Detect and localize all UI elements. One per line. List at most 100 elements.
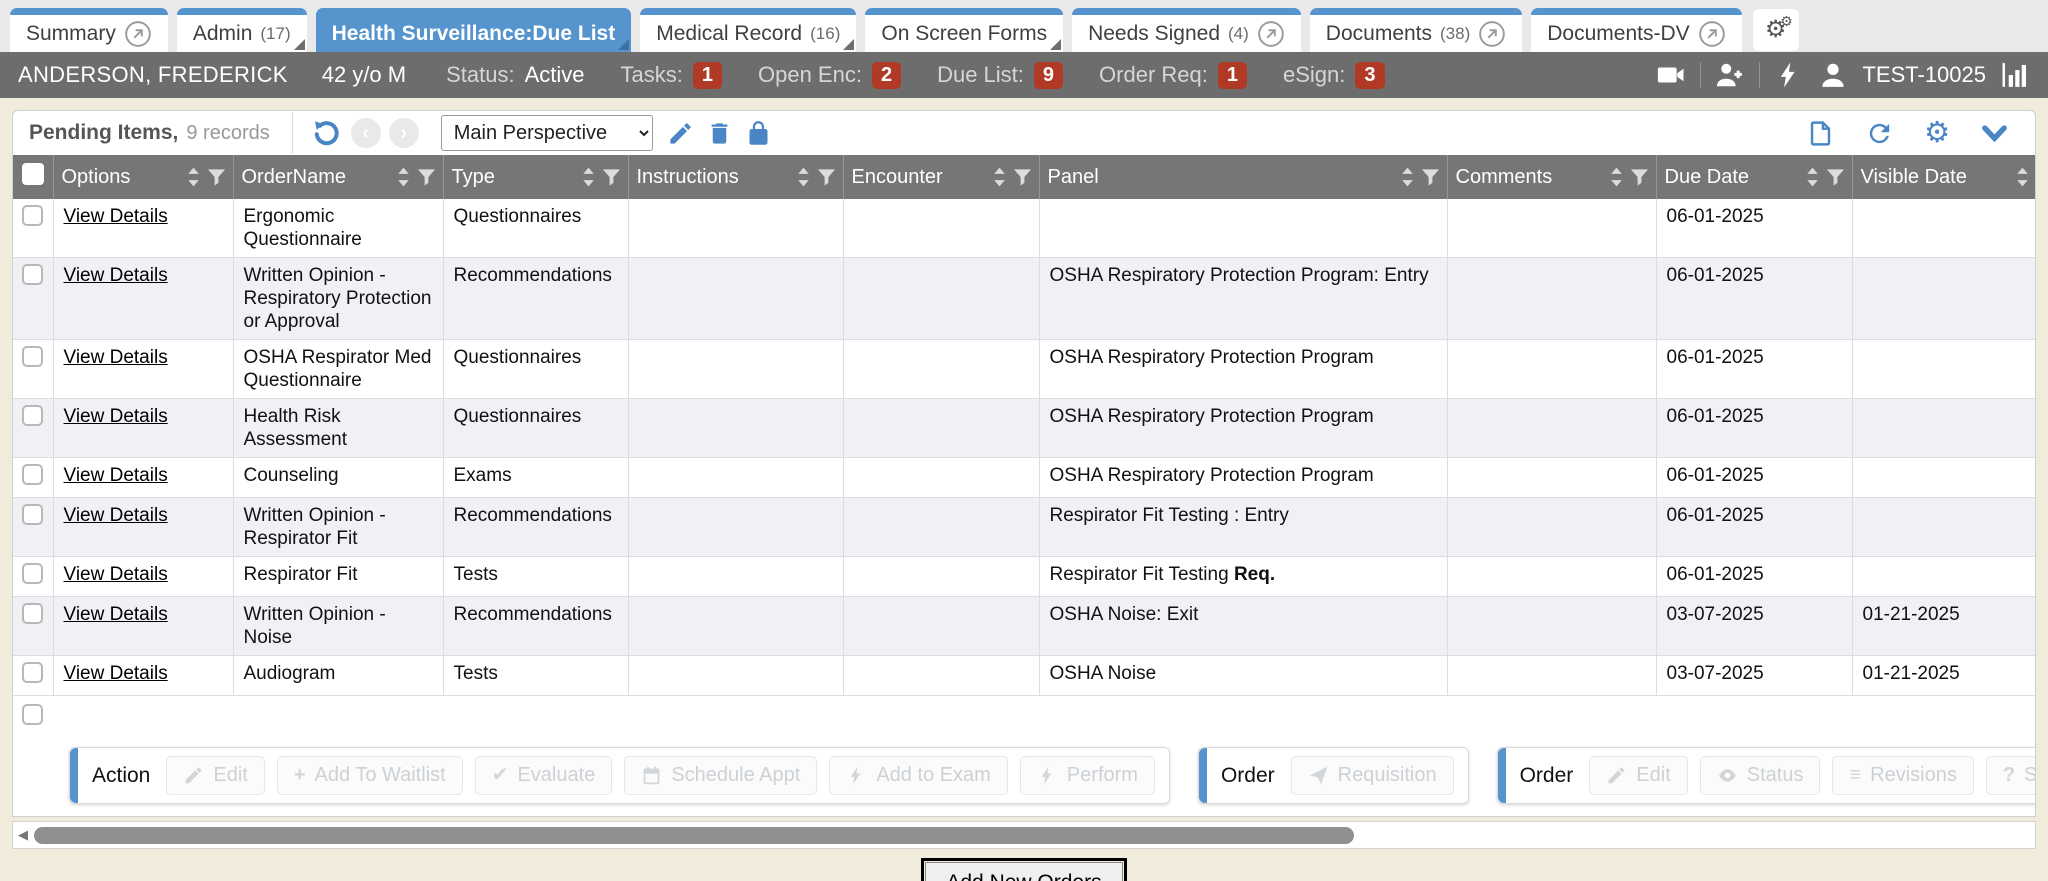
sort-icon[interactable] [580, 166, 597, 189]
refresh-icon[interactable] [1865, 119, 1894, 148]
view-details-link[interactable]: View Details [64, 265, 168, 286]
schedule-appt-button[interactable]: Schedule Appt [624, 756, 817, 795]
due-list-badge[interactable]: 9 [1034, 62, 1063, 89]
action-bar-row: Action Edit + Add To Waitlist ✔ Evaluate… [13, 737, 2035, 816]
filter-icon[interactable] [1825, 167, 1846, 188]
cell-due-date: 06-01-2025 [1656, 340, 1852, 399]
edit-button[interactable]: Edit [166, 756, 264, 795]
lock-icon[interactable] [745, 120, 772, 147]
row-checkbox[interactable] [22, 346, 43, 367]
cell-visible-date: 01-21-2025 [1852, 656, 2036, 696]
view-details-link[interactable]: View Details [64, 505, 168, 526]
divider [1700, 62, 1701, 88]
row-checkbox[interactable] [22, 563, 43, 584]
cell-panel: OSHA Respiratory Protection Program [1039, 458, 1447, 498]
scrollbar-thumb[interactable] [34, 827, 1354, 844]
view-details-link[interactable]: View Details [64, 406, 168, 427]
evaluate-button[interactable]: ✔ Evaluate [475, 756, 613, 795]
popout-icon[interactable] [1478, 20, 1506, 48]
tab-admin[interactable]: Admin (17) [177, 8, 307, 52]
horizontal-scrollbar[interactable]: ◀ [12, 821, 2036, 849]
tab-on-screen-forms[interactable]: On Screen Forms [865, 8, 1063, 52]
trash-icon[interactable] [706, 120, 733, 147]
row-checkbox[interactable] [22, 264, 43, 285]
tab-documents[interactable]: Documents (38) [1310, 8, 1522, 52]
sort-icon[interactable] [991, 166, 1008, 189]
person-icon[interactable] [1818, 60, 1848, 90]
cell-panel: OSHA Respiratory Protection Program: Ent… [1039, 258, 1447, 340]
esign-badge[interactable]: 3 [1355, 62, 1384, 89]
sort-icon[interactable] [185, 166, 202, 189]
nav-forward-icon[interactable]: › [389, 118, 419, 148]
video-camera-icon[interactable] [1656, 60, 1686, 90]
tab-health-surveillance-due-list[interactable]: Health Surveillance:Due List [316, 8, 632, 52]
filter-icon[interactable] [1629, 167, 1650, 188]
cell-encounter [843, 258, 1039, 340]
tab-needs-signed[interactable]: Needs Signed (4) [1072, 8, 1301, 52]
undo-icon[interactable] [311, 118, 341, 148]
sort-icon[interactable] [395, 166, 412, 189]
view-details-link[interactable]: View Details [64, 564, 168, 585]
perform-button[interactable]: Perform [1020, 756, 1155, 795]
row-checkbox[interactable] [22, 504, 43, 525]
row-checkbox[interactable] [22, 405, 43, 426]
sort-icon[interactable] [1608, 166, 1625, 189]
row-checkbox[interactable] [22, 704, 43, 725]
tab-medical-record[interactable]: Medical Record (16) [640, 8, 856, 52]
pencil-icon[interactable] [667, 120, 694, 147]
add-new-orders-button[interactable]: Add New Orders [925, 862, 1122, 881]
tab-summary[interactable]: Summary [10, 8, 168, 52]
order-edit-button[interactable]: Edit [1589, 756, 1687, 795]
scroll-left-arrow-icon[interactable]: ◀ [13, 827, 34, 843]
cell-encounter [843, 340, 1039, 399]
plus-icon: + [294, 765, 306, 786]
popout-icon[interactable] [1698, 20, 1726, 48]
filter-icon[interactable] [206, 167, 227, 188]
lightning-icon[interactable] [1774, 60, 1804, 90]
filter-icon[interactable] [1012, 167, 1033, 188]
tab-settings-button[interactable]: ⚙ ⚙ [1753, 9, 1799, 51]
add-to-waitlist-button[interactable]: + Add To Waitlist [277, 756, 463, 795]
view-details-link[interactable]: View Details [64, 663, 168, 684]
new-document-icon[interactable] [1806, 119, 1835, 148]
popout-icon[interactable] [124, 20, 152, 48]
requisition-button[interactable]: Requisition [1291, 756, 1454, 795]
view-details-link[interactable]: View Details [64, 206, 168, 227]
tab-documents-dv[interactable]: Documents-DV [1531, 8, 1741, 52]
gear-icon[interactable]: ⚙ [1924, 120, 1950, 147]
chevron-down-icon[interactable] [1980, 119, 2009, 148]
view-details-link[interactable]: View Details [64, 347, 168, 368]
row-checkbox[interactable] [22, 662, 43, 683]
sort-icon[interactable] [2014, 166, 2031, 189]
perspective-select[interactable]: Main Perspective [441, 115, 653, 151]
sort-icon[interactable] [795, 166, 812, 189]
sort-icon[interactable] [1399, 166, 1416, 189]
stats-bars-icon[interactable] [2000, 60, 2030, 90]
filter-icon[interactable] [816, 167, 837, 188]
show-questions-button[interactable]: ? Show Question [1986, 756, 2035, 795]
filter-icon[interactable] [1420, 167, 1441, 188]
view-details-link[interactable]: View Details [64, 465, 168, 486]
filter-icon[interactable] [416, 167, 437, 188]
add-to-exam-button[interactable]: Add to Exam [829, 756, 1008, 795]
tasks-badge[interactable]: 1 [693, 62, 722, 89]
status-button[interactable]: Status [1700, 756, 1821, 795]
person-add-icon[interactable] [1715, 60, 1745, 90]
revisions-button[interactable]: ≡ Revisions [1832, 756, 1973, 795]
row-checkbox[interactable] [22, 603, 43, 624]
select-all-checkbox[interactable] [22, 163, 44, 185]
action-card-label: Action [92, 764, 150, 788]
popout-icon[interactable] [1257, 20, 1285, 48]
view-details-link[interactable]: View Details [64, 604, 168, 625]
filter-icon[interactable] [601, 167, 622, 188]
column-header-instructions: Instructions [628, 155, 843, 199]
row-checkbox[interactable] [22, 464, 43, 485]
cell-ordername: Counseling [233, 458, 443, 498]
tab-count: (4) [1228, 24, 1249, 44]
row-checkbox[interactable] [22, 205, 43, 226]
open-enc-badge[interactable]: 2 [872, 62, 901, 89]
cell-due-date: 06-01-2025 [1656, 258, 1852, 340]
order-req-badge[interactable]: 1 [1218, 62, 1247, 89]
nav-back-icon[interactable]: ‹ [351, 118, 381, 148]
sort-icon[interactable] [1804, 166, 1821, 189]
